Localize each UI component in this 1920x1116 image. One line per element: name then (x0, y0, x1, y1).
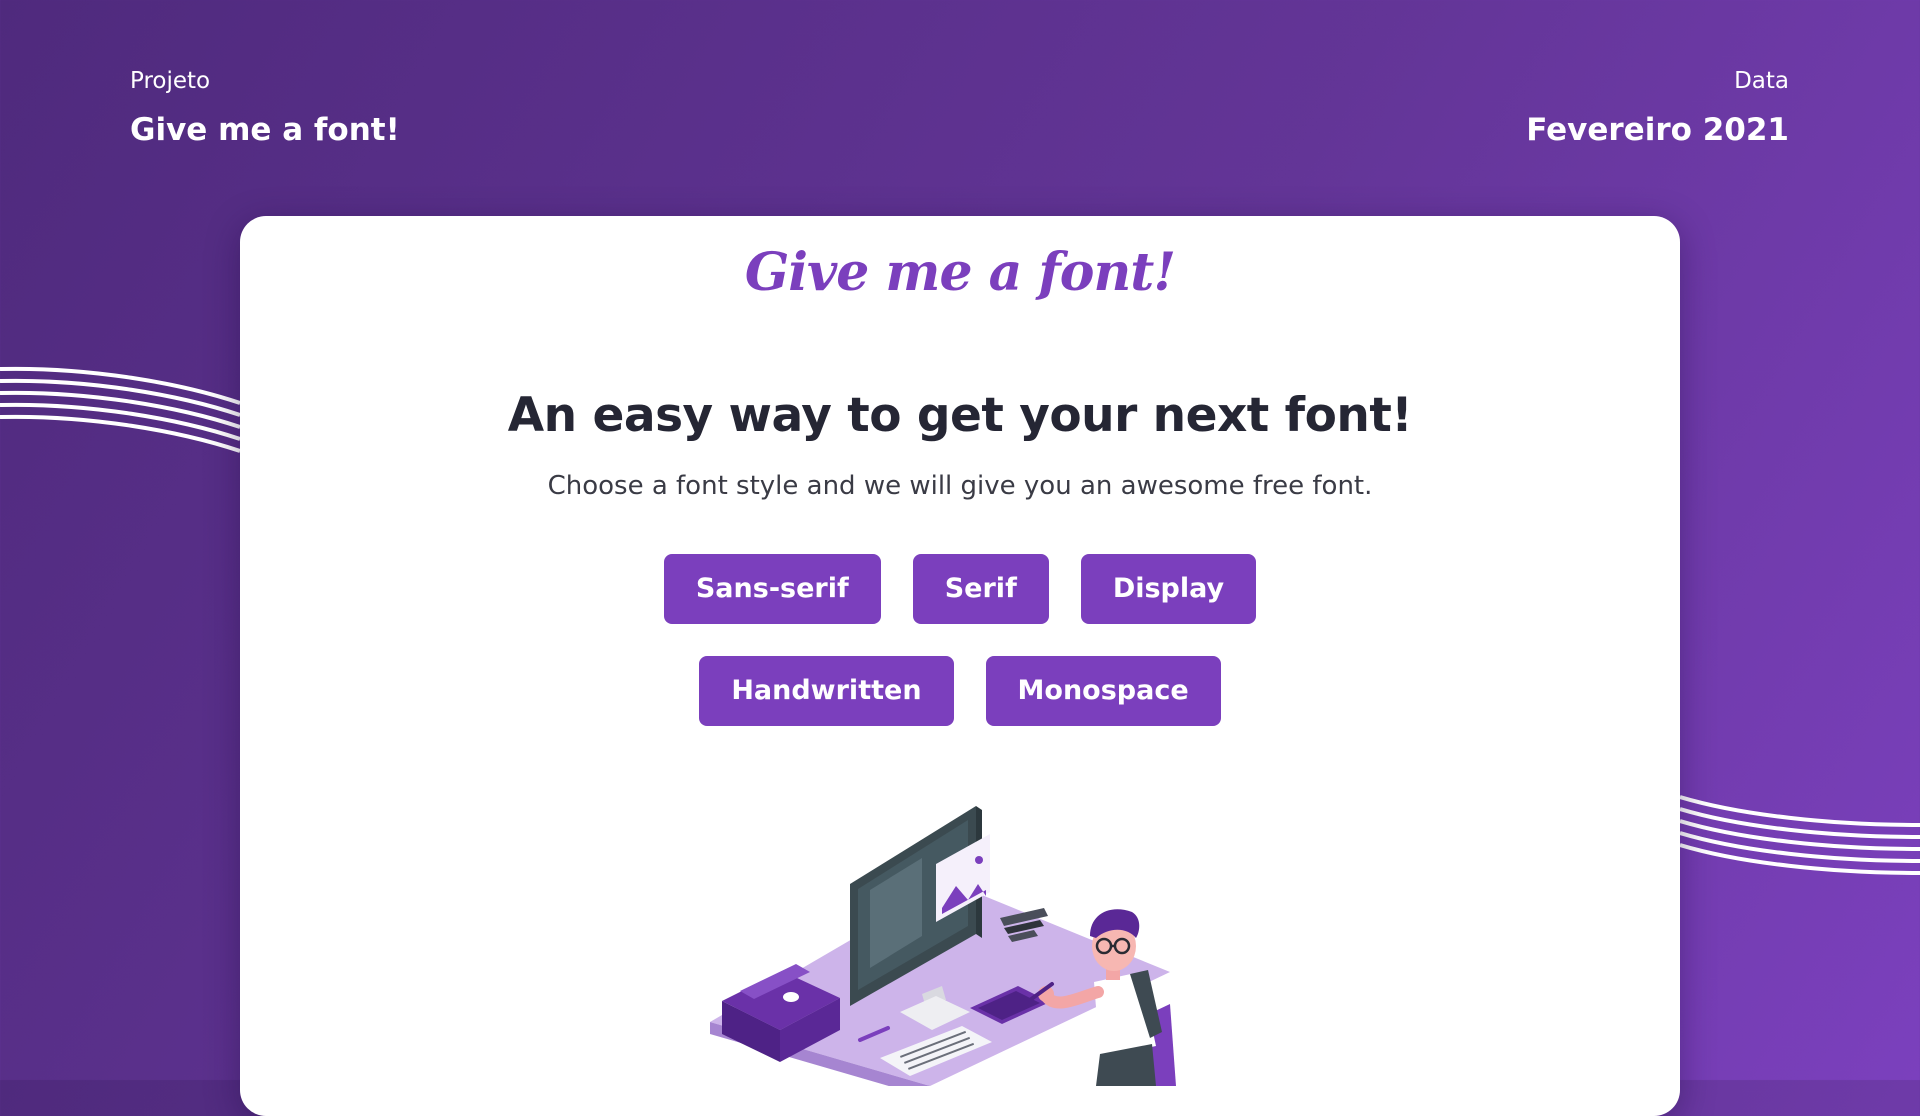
date-label: Data (1734, 68, 1789, 94)
date-value: Fevereiro 2021 (1526, 112, 1789, 148)
sans-serif-button[interactable]: Sans-serif (663, 554, 881, 624)
font-style-buttons-row-1: Sans-serif Serif Display (240, 554, 1680, 624)
decorative-waves-left (0, 366, 240, 453)
project-info: Projeto Give me a font! (130, 66, 400, 150)
date-info: Data Fevereiro 2021 (1526, 66, 1789, 150)
subtitle: Choose a font style and we will give you… (547, 471, 1373, 501)
decorative-waves-right (1680, 795, 1920, 875)
project-label: Projeto (130, 68, 211, 94)
designer-at-desk-illustration (710, 806, 1176, 1086)
serif-button[interactable]: Serif (912, 554, 1049, 624)
display-button[interactable]: Display (1080, 554, 1257, 624)
handwritten-button[interactable]: Handwritten (699, 656, 954, 726)
font-style-buttons-row-2: Handwritten Monospace (240, 656, 1680, 726)
headline: An easy way to get your next font! (507, 388, 1413, 443)
main-card: Give me a font! An easy way to get your … (240, 216, 1680, 1116)
brand-logo: Give me a font! (744, 242, 1176, 303)
project-name: Give me a font! (130, 112, 400, 148)
monospace-button[interactable]: Monospace (985, 656, 1221, 726)
